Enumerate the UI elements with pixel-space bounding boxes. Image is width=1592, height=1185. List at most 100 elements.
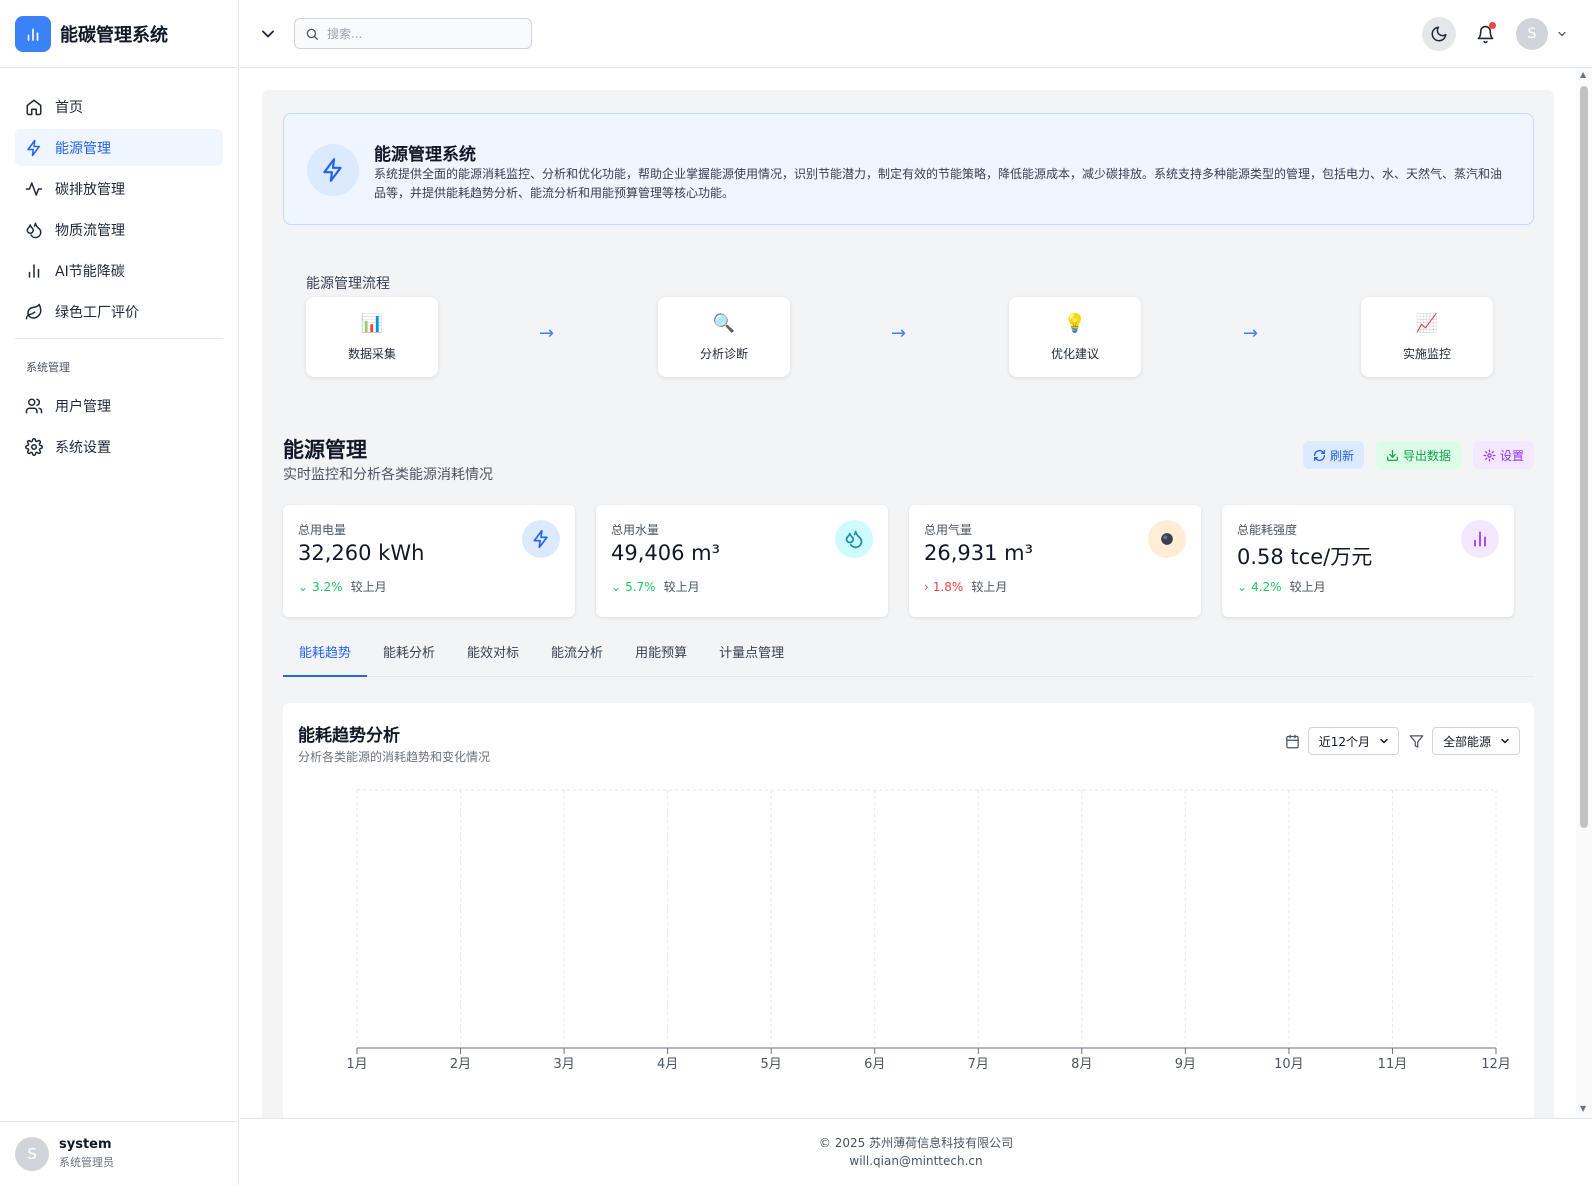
tab-trend[interactable]: 能耗趋势 (283, 637, 368, 677)
main-scrollbar[interactable]: ▲ ▼ (1576, 68, 1592, 1118)
scroll-up-icon[interactable]: ▲ (1580, 70, 1586, 79)
intro-description: 系统提供全面的能源消耗监控、分析和优化功能，帮助企业掌握能源使用情况，识别节能潜… (374, 167, 1503, 200)
export-label: 导出数据 (1402, 448, 1451, 463)
refresh-button[interactable]: 刷新 (1302, 441, 1364, 469)
sidebar-item-energy[interactable]: 能源管理 (15, 129, 223, 166)
stat-change-percent: 3.2% (312, 580, 343, 594)
tab-budget[interactable]: 用能预算 (619, 637, 703, 677)
x-tick-label: 4月 (657, 1057, 678, 1072)
stat-compare: 较上月 (1289, 580, 1326, 594)
sidebar-item-ai[interactable]: AI节能降碳 (15, 252, 223, 289)
x-tick-label: 9月 (1175, 1057, 1196, 1072)
users-icon (25, 398, 43, 413)
droplets-icon (835, 520, 873, 558)
stat-compare: 较上月 (971, 580, 1008, 594)
flow-step-monitoring: 📈 实施监控 (1361, 297, 1493, 377)
export-button[interactable]: 导出数据 (1375, 441, 1461, 469)
notifications-button[interactable] (1468, 17, 1502, 51)
arrow-right-icon: → (1243, 323, 1259, 344)
gear-icon (1483, 448, 1496, 462)
trend-emoji-icon: 📈 (1415, 312, 1439, 334)
sidebar-item-label: 首页 (55, 99, 83, 116)
flow-step-data-collection: 📊 数据采集 (306, 297, 438, 377)
footer-email: will.qian@minttech.cn (849, 1154, 983, 1168)
topbar: S (240, 0, 1592, 68)
sidebar-item-label: 碳排放管理 (55, 181, 125, 198)
period-select[interactable]: 近12个月 (1307, 727, 1399, 755)
sidebar-item-label: 物质流管理 (55, 222, 125, 239)
stat-compare: 较上月 (663, 580, 700, 594)
stat-label: 总用电量 (298, 523, 347, 537)
settings-label: 设置 (1499, 448, 1524, 463)
flow-step-label: 分析诊断 (699, 346, 748, 361)
stat-label: 总能耗强度 (1237, 523, 1298, 537)
footer-copyright: © 2025 苏州薄荷信息科技有限公司 (818, 1136, 1014, 1150)
sidebar-item-home[interactable]: 首页 (15, 88, 223, 125)
sidebar-item-carbon[interactable]: 碳排放管理 (15, 170, 223, 207)
search-input[interactable] (327, 26, 517, 41)
page-subtitle: 实时监控和分析各类能源消耗情况 (283, 467, 493, 483)
nav-section-label: 系统管理 (26, 361, 70, 374)
flow-title: 能源管理流程 (306, 276, 390, 292)
energy-select-value: 全部能源 (1442, 734, 1491, 749)
stat-value: 26,931 m³ (924, 541, 1034, 565)
bolt-icon (522, 520, 560, 558)
trend-down-icon: ⌄ (611, 580, 622, 594)
brand-logo-icon (15, 15, 51, 52)
stat-change: ⌄ 4.2% 较上月 (1237, 578, 1326, 595)
sidebar-item-users[interactable]: 用户管理 (15, 387, 223, 424)
stat-card-gas: 总用气量 26,931 m³ › 1.8% 较上月 (909, 505, 1201, 617)
x-tick-label: 10月 (1274, 1057, 1304, 1072)
user-role: 系统管理员 (59, 1156, 114, 1169)
sidebar-user[interactable]: S system 系统管理员 (0, 1121, 239, 1185)
x-tick-label: 12月 (1481, 1057, 1511, 1072)
sidebar-item-label: 能源管理 (55, 140, 111, 157)
chart-emoji-icon: 📊 (360, 312, 384, 334)
brand: 能碳管理系统 (0, 0, 238, 68)
trend-down-icon: ⌄ (298, 580, 309, 594)
x-tick-label: 5月 (761, 1057, 782, 1072)
theme-toggle-button[interactable] (1422, 17, 1456, 51)
scroll-down-icon[interactable]: ▼ (1580, 1104, 1586, 1113)
tab-analysis[interactable]: 能耗分析 (367, 637, 451, 677)
tab-benchmark[interactable]: 能效对标 (451, 637, 535, 677)
tab-bar: 能耗趋势 能耗分析 能效对标 能流分析 用能预算 计量点管理 (283, 637, 1534, 677)
stat-label: 总用气量 (924, 523, 973, 537)
x-tick-label: 8月 (1071, 1057, 1092, 1072)
chevron-down-icon (1501, 738, 1509, 744)
sidebar-item-settings[interactable]: 系统设置 (15, 428, 223, 465)
sidebar-toggle-button[interactable] (258, 24, 278, 44)
stat-change-percent: 4.2% (1251, 580, 1282, 594)
bolt-icon (27, 139, 40, 156)
leaf-icon (25, 303, 42, 319)
page-title: 能源管理 (283, 438, 367, 462)
tab-metering[interactable]: 计量点管理 (703, 637, 800, 677)
trend-chart: 1月 2月 3月 4月 5月 6月 7月 8月 9月 10月 11月 12月 (346, 789, 1511, 1072)
arrow-right-icon: → (891, 323, 907, 344)
bar-chart-icon (28, 263, 40, 278)
stat-card-electricity: 总用电量 32,260 kWh ⌄ 3.2% 较上月 (283, 505, 575, 617)
search-icon (306, 28, 318, 40)
sidebar-item-label: 用户管理 (55, 398, 111, 415)
bolt-icon (307, 144, 359, 196)
sidebar-item-green-factory[interactable]: 绿色工厂评价 (15, 293, 223, 330)
filter-icon (1409, 734, 1424, 748)
scrollbar-thumb[interactable] (1580, 86, 1588, 828)
energy-type-select[interactable]: 全部能源 (1431, 727, 1520, 755)
gear-icon (25, 437, 43, 456)
flow-step-label: 数据采集 (347, 346, 396, 361)
calendar-icon (1285, 734, 1299, 748)
lightbulb-emoji-icon: 💡 (1063, 312, 1087, 334)
nav-divider (15, 338, 223, 339)
sidebar-item-material-flow[interactable]: 物质流管理 (15, 211, 223, 248)
stat-value: 32,260 kWh (298, 541, 425, 565)
tab-energy-flow[interactable]: 能流分析 (535, 637, 619, 677)
chevron-down-icon[interactable] (1556, 28, 1568, 40)
user-avatar-button[interactable]: S (1516, 18, 1548, 50)
stat-card-intensity: 总能耗强度 0.58 tce/万元 ⌄ 4.2% 较上月 (1222, 505, 1514, 617)
settings-button[interactable]: 设置 (1472, 441, 1534, 469)
x-tick-label: 3月 (553, 1057, 574, 1072)
sidebar-item-label: AI节能降碳 (55, 263, 125, 280)
chart-subtitle: 分析各类能源的消耗趋势和变化情况 (298, 750, 491, 764)
chevron-down-icon (262, 30, 274, 38)
